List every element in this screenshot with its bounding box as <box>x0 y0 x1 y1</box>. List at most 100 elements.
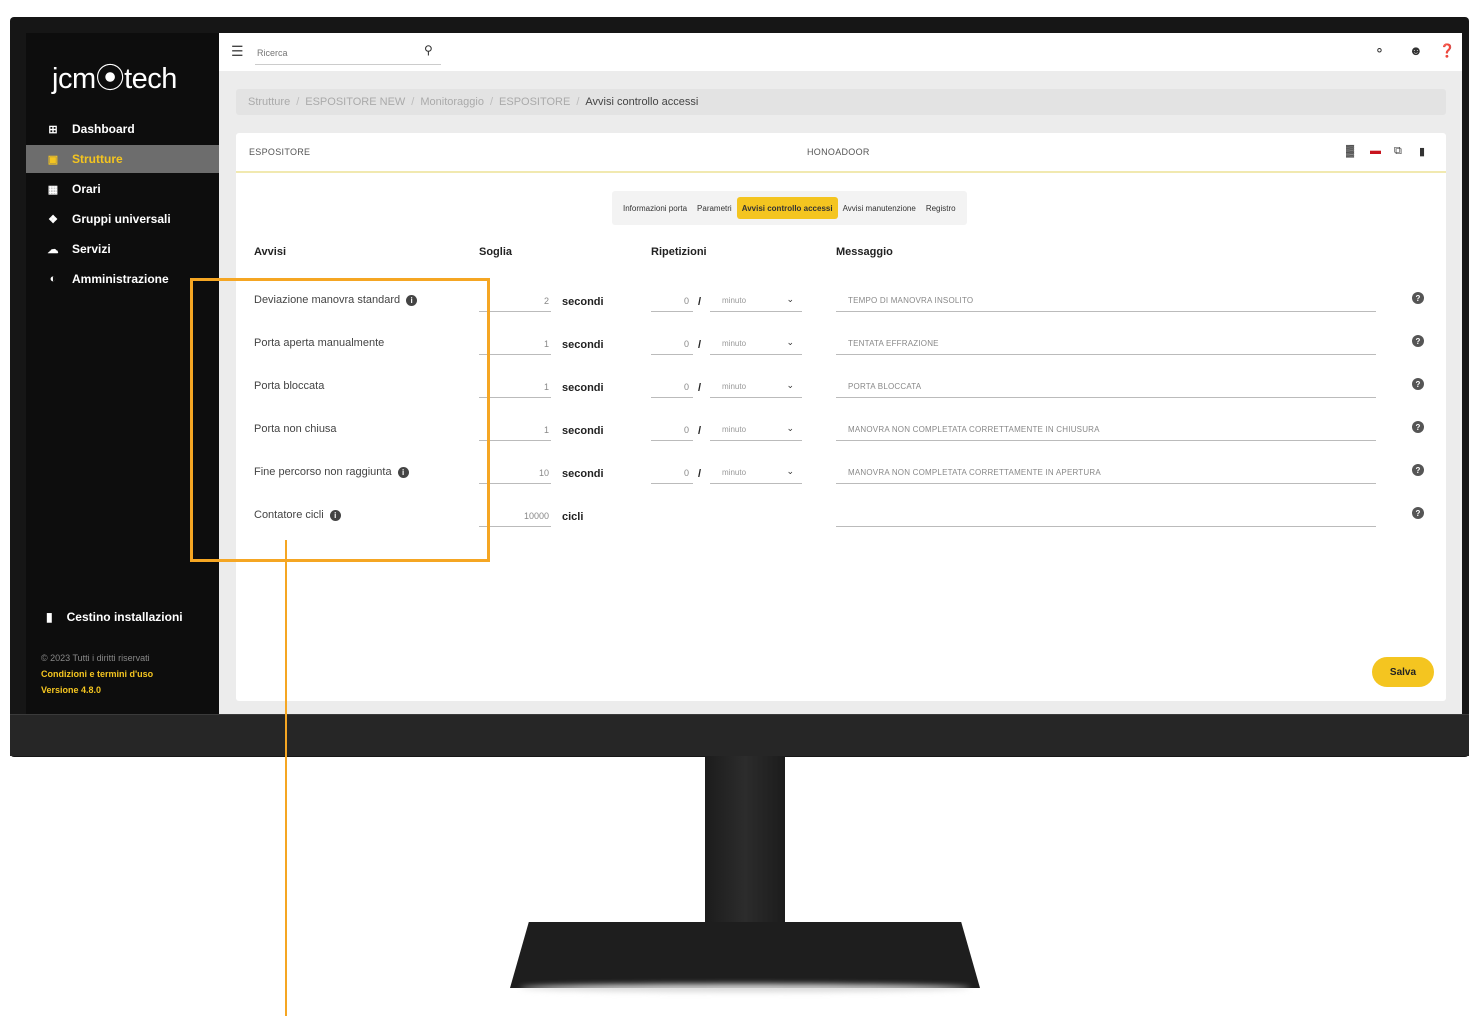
repetitions-input[interactable] <box>651 376 693 398</box>
interval-select[interactable]: minuto ⌄ <box>710 290 802 312</box>
topbar: ☰ ⚲ ⚬ ☻ ❓ <box>219 33 1462 71</box>
tab-parametri[interactable]: Parametri <box>692 197 737 219</box>
sidebar-item-strutture[interactable]: ▣ Strutture <box>26 145 219 173</box>
trash-icon: ▮ <box>46 610 53 624</box>
tab-informazioni-porta[interactable]: Informazioni porta <box>618 197 692 219</box>
alarm-icon[interactable]: ▬ <box>1370 145 1381 157</box>
sidebar-item-gruppi-universali[interactable]: ❖ Gruppi universali <box>26 205 219 233</box>
help-icon[interactable]: ❓ <box>1439 43 1455 59</box>
row-info-icon[interactable]: ? <box>1412 464 1424 476</box>
bell-icon[interactable]: ⚬ <box>1374 43 1385 59</box>
breadcrumb-item: Avvisi controllo accessi <box>585 96 699 108</box>
tab-registro[interactable]: Registro <box>921 197 961 219</box>
copyright: © 2023 Tutti i diritti riservati <box>41 653 150 663</box>
breadcrumb-separator: / <box>576 96 580 108</box>
row-info-icon[interactable]: ? <box>1412 421 1424 433</box>
repetitions-separator: / <box>698 339 702 351</box>
menu-icon[interactable]: ☰ <box>231 43 244 60</box>
column-messaggio: Messaggio <box>836 246 893 258</box>
chevron-down-icon: ⌄ <box>786 294 794 304</box>
column-soglia: Soglia <box>479 246 513 258</box>
monitor-stand-base <box>510 922 980 988</box>
row-info-icon[interactable]: ? <box>1412 335 1424 347</box>
door-icon[interactable]: ▓ <box>1346 145 1354 157</box>
logo: jcm⦿tech <box>52 63 177 95</box>
message-input[interactable] <box>836 290 1376 312</box>
users-icon: ❖ <box>48 213 58 226</box>
sidebar-item-label: Orari <box>72 182 101 196</box>
search-input[interactable] <box>255 41 441 65</box>
repetitions-input[interactable] <box>651 290 693 312</box>
column-ripetizioni: Ripetizioni <box>651 246 707 258</box>
message-input[interactable] <box>836 333 1376 355</box>
threshold-unit: cicli <box>562 511 584 523</box>
tab-avvisi-manutenzione[interactable]: Avvisi manutenzione <box>838 197 921 219</box>
dashboard-icon: ⊞ <box>48 123 58 136</box>
repetitions-separator: / <box>698 296 702 308</box>
copy-icon[interactable]: ⧉ <box>1394 145 1402 158</box>
building-icon: ▣ <box>47 153 59 166</box>
admin-icon: ◐ <box>49 273 57 285</box>
card-title: ESPOSITORE <box>249 147 311 157</box>
sidebar-item-servizi[interactable]: ☁ Servizi <box>26 235 219 263</box>
sidebar-item-label: Cestino installazioni <box>66 610 183 624</box>
delete-icon[interactable]: ▮ <box>1419 145 1425 158</box>
sidebar-item-dashboard[interactable]: ⊞ Dashboard <box>26 115 219 143</box>
threshold-unit: secondi <box>562 339 604 351</box>
interval-select[interactable]: minuto ⌄ <box>710 333 802 355</box>
breadcrumb-item[interactable]: Strutture <box>248 96 290 108</box>
tab-avvisi-controllo-accessi[interactable]: Avvisi controllo accessi <box>736 197 838 219</box>
repetitions-input[interactable] <box>651 419 693 441</box>
save-button[interactable]: Salva <box>1372 657 1434 687</box>
sidebar-item-label: Dashboard <box>72 122 135 136</box>
interval-value: minuto <box>722 296 747 305</box>
sidebar-item-label: Amministrazione <box>72 272 169 286</box>
callout-line <box>285 540 287 1016</box>
sidebar-item-orari[interactable]: ▦ Orari <box>26 175 219 203</box>
user-icon[interactable]: ☻ <box>1409 43 1423 58</box>
interval-value: minuto <box>722 425 747 434</box>
monitor-chin <box>10 714 1469 756</box>
breadcrumb-separator: / <box>489 96 494 108</box>
repetitions-input[interactable] <box>651 462 693 484</box>
chevron-down-icon: ⌄ <box>786 380 794 390</box>
breadcrumb-item[interactable]: ESPOSITORE <box>499 96 570 108</box>
sidebar-item-label: Gruppi universali <box>72 212 171 226</box>
interval-select[interactable]: minuto ⌄ <box>710 376 802 398</box>
sidebar-item-trash[interactable]: ▮ Cestino installazioni <box>26 603 219 631</box>
monitor-stand-neck <box>705 756 785 926</box>
threshold-unit: secondi <box>562 468 604 480</box>
chevron-down-icon: ⌄ <box>786 337 794 347</box>
message-input[interactable] <box>836 376 1376 398</box>
row-info-icon[interactable]: ? <box>1412 292 1424 304</box>
row-info-icon[interactable]: ? <box>1412 507 1424 519</box>
calendar-icon: ▦ <box>47 183 59 196</box>
column-avvisi: Avvisi <box>254 246 287 258</box>
sidebar-item-label: Servizi <box>72 242 111 256</box>
threshold-unit: secondi <box>562 382 604 394</box>
highlight-box <box>190 278 490 562</box>
row-info-icon[interactable]: ? <box>1412 378 1424 390</box>
breadcrumb-item[interactable]: ESPOSITORE NEW <box>305 96 405 108</box>
interval-value: minuto <box>722 382 747 391</box>
threshold-unit: secondi <box>562 296 604 308</box>
repetitions-separator: / <box>698 468 702 480</box>
monitor-stand-shadow <box>520 984 970 992</box>
repetitions-input[interactable] <box>651 333 693 355</box>
repetitions-separator: / <box>698 425 702 437</box>
message-input[interactable] <box>836 505 1376 527</box>
interval-select[interactable]: minuto ⌄ <box>710 419 802 441</box>
tab-bar: Informazioni porta Parametri Avvisi contro… <box>612 191 967 225</box>
interval-value: minuto <box>722 339 747 348</box>
version: Versione 4.8.0 <box>41 685 102 695</box>
interval-select[interactable]: minuto ⌄ <box>710 462 802 484</box>
card-subtitle: HONOADOOR <box>807 147 870 157</box>
message-input[interactable] <box>836 419 1376 441</box>
breadcrumb-separator: / <box>296 96 300 108</box>
terms-link[interactable]: Condizioni e termini d'uso <box>41 669 153 679</box>
breadcrumb-item[interactable]: Monitoraggio <box>420 96 484 108</box>
repetitions-separator: / <box>698 382 702 394</box>
search-icon[interactable]: ⚲ <box>424 43 433 57</box>
message-input[interactable] <box>836 462 1376 484</box>
chevron-down-icon: ⌄ <box>786 466 794 476</box>
